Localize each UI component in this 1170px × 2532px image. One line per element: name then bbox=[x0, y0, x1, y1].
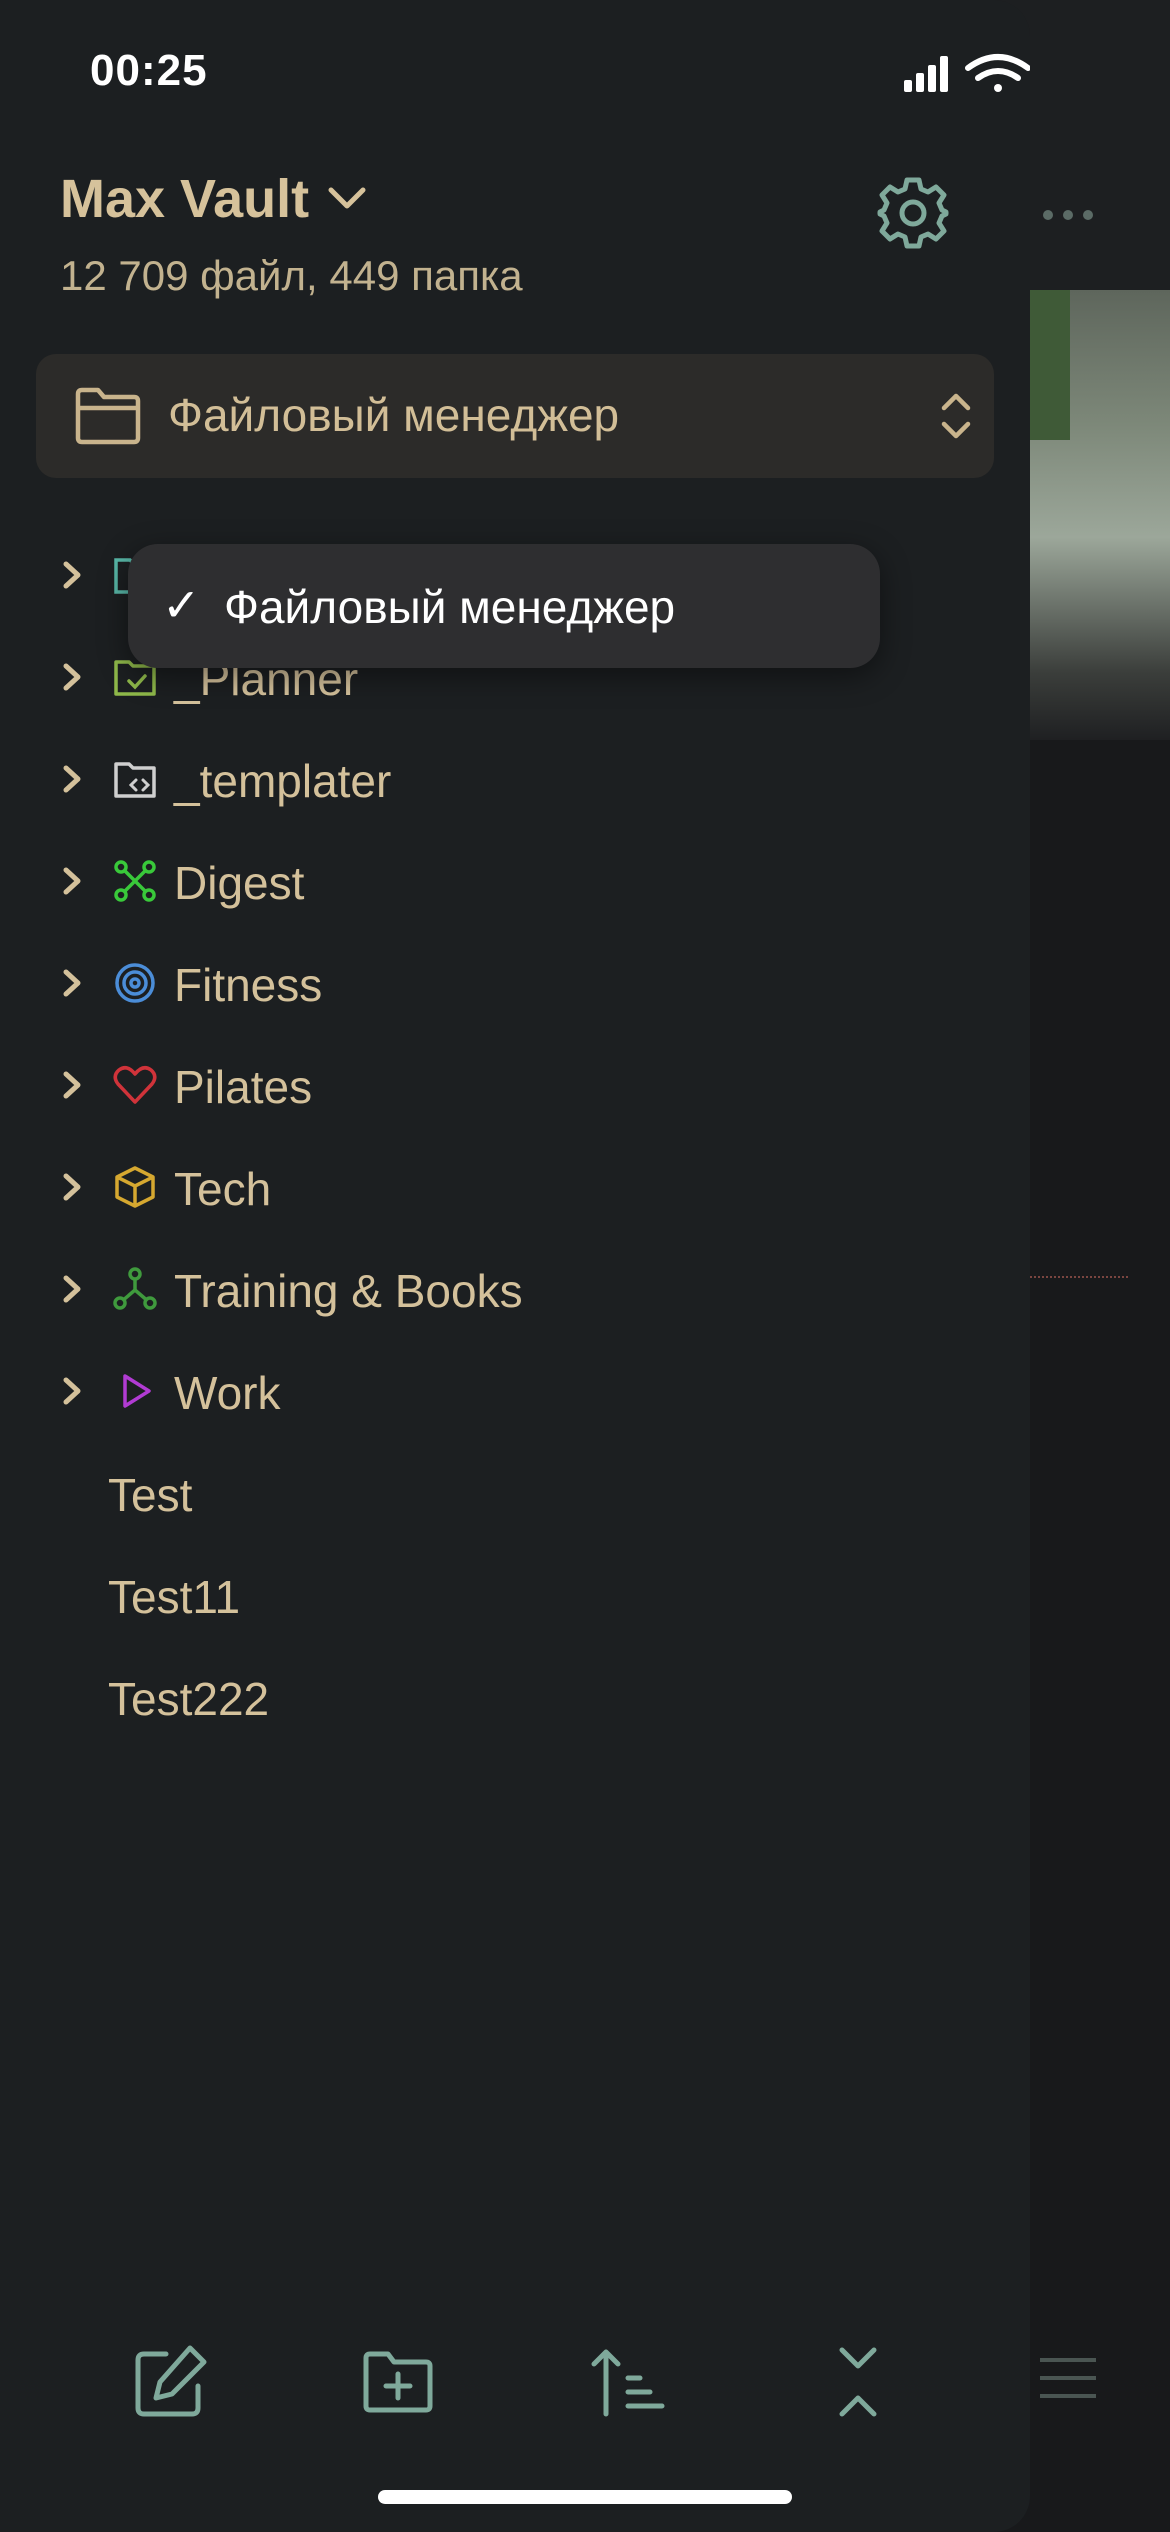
checkmark-icon: ✓ bbox=[162, 579, 201, 631]
tree-item-label: Training & Books bbox=[174, 1265, 523, 1317]
folder-code-icon bbox=[114, 762, 156, 798]
file-explorer-drawer: 00:25 87 Max Vault 12 709 файл, 449 папк… bbox=[0, 0, 1030, 2532]
tree-item-label: Work bbox=[174, 1367, 281, 1419]
chevron-right-icon[interactable] bbox=[58, 862, 86, 900]
tree-folder-pilates[interactable]: Pilates bbox=[0, 1040, 1030, 1130]
view-selector-label: Файловый менеджер bbox=[168, 389, 620, 441]
chevron-right-icon[interactable] bbox=[58, 556, 86, 594]
view-options-menu: ✓ Файловый менеджер bbox=[128, 544, 880, 668]
tree-folder-training-books[interactable]: Training & Books bbox=[0, 1244, 1030, 1334]
tree-item-label: Test11 bbox=[108, 1571, 241, 1623]
tree-folder-digest[interactable]: Digest bbox=[0, 836, 1030, 926]
tree-folder-templater[interactable]: _templater bbox=[0, 734, 1030, 824]
tree-item-label: Tech bbox=[174, 1163, 272, 1215]
tree-file-test222[interactable]: Test222 bbox=[0, 1652, 1030, 1742]
note-image bbox=[1030, 290, 1170, 740]
tree-folder-work[interactable]: Work bbox=[0, 1346, 1030, 1436]
tree-item-label: Fitness bbox=[174, 959, 323, 1011]
tree-folder-tech[interactable]: Tech bbox=[0, 1142, 1030, 1232]
chevron-right-icon[interactable] bbox=[58, 1066, 86, 1104]
sort-icon[interactable] bbox=[588, 2342, 668, 2422]
chevron-right-icon[interactable] bbox=[58, 658, 86, 696]
tree-folder-fitness[interactable]: Fitness bbox=[0, 938, 1030, 1028]
cellular-signal-icon bbox=[904, 56, 948, 92]
tree-item-label: Test bbox=[108, 1469, 193, 1521]
cube-icon bbox=[115, 1166, 155, 1208]
spiral-icon bbox=[115, 963, 155, 1003]
view-selector-button[interactable]: Файловый менеджер bbox=[36, 354, 994, 478]
tree-file-test[interactable]: Test bbox=[0, 1448, 1030, 1538]
heart-icon bbox=[113, 1066, 157, 1104]
chevron-right-icon[interactable] bbox=[58, 1168, 86, 1206]
home-indicator bbox=[378, 2490, 792, 2504]
vault-switcher[interactable]: Max Vault bbox=[60, 168, 367, 230]
play-triangle-icon bbox=[123, 1374, 151, 1408]
tree-item-label: Test222 bbox=[108, 1673, 270, 1725]
chevron-right-icon[interactable] bbox=[58, 760, 86, 798]
new-note-icon[interactable] bbox=[130, 2342, 210, 2422]
folder-icon bbox=[75, 387, 141, 445]
menu-option-label: Файловый менеджер bbox=[224, 581, 676, 633]
tree-item-label: Pilates bbox=[174, 1061, 313, 1113]
chevron-right-icon[interactable] bbox=[58, 1270, 86, 1308]
chevron-right-icon[interactable] bbox=[58, 964, 86, 1002]
divider bbox=[1030, 1276, 1128, 1278]
settings-gear-icon[interactable] bbox=[876, 176, 950, 250]
more-options-icon[interactable] bbox=[1038, 195, 1098, 235]
tree-item-label: Digest bbox=[174, 857, 305, 909]
vault-title: Max Vault bbox=[60, 169, 310, 229]
chevron-up-down-icon bbox=[941, 393, 971, 439]
network-nodes-icon bbox=[114, 860, 156, 902]
tree-item-label: _templater bbox=[174, 755, 392, 807]
chevron-right-icon[interactable] bbox=[58, 1372, 86, 1410]
vault-stats: 12 709 файл, 449 папка bbox=[60, 252, 523, 299]
new-folder-icon[interactable] bbox=[358, 2342, 438, 2422]
collapse-all-icon[interactable] bbox=[818, 2342, 898, 2422]
tree-file-test11[interactable]: Test11 bbox=[0, 1550, 1030, 1640]
chevron-down-icon bbox=[328, 187, 366, 209]
status-time: 00:25 bbox=[90, 46, 208, 95]
wifi-icon bbox=[965, 54, 1030, 92]
menu-icon[interactable] bbox=[1040, 2356, 1096, 2400]
status-icons: 87 bbox=[904, 54, 1030, 92]
share-nodes-icon bbox=[113, 1267, 157, 1310]
